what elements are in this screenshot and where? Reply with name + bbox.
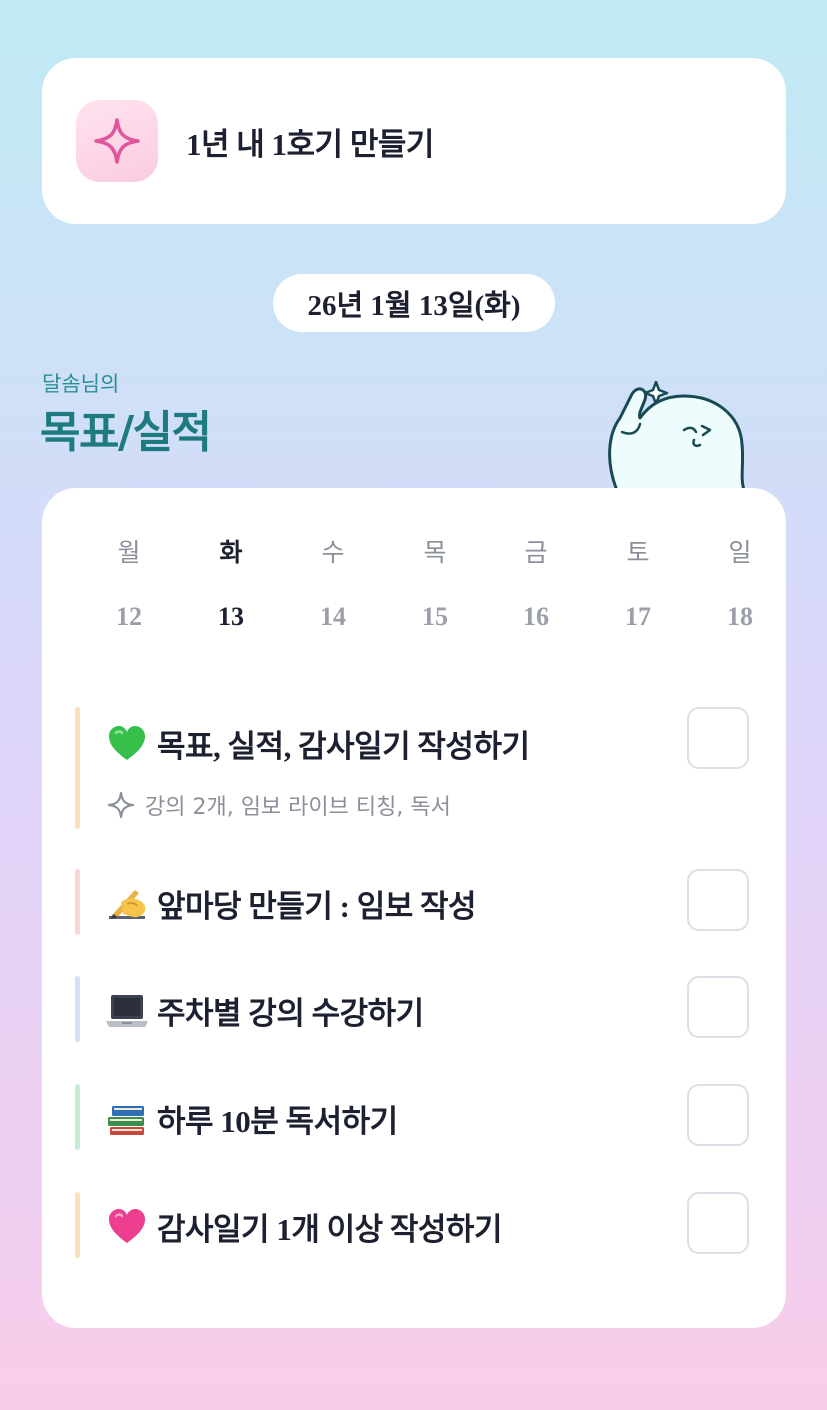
week-calendar: 월 12 화 13 수 14 목 15 금 16 토 17 일 18 <box>99 528 753 648</box>
task-title-row: 앞마당 만들기 : 임보 작성 <box>105 881 477 926</box>
day-number: 15 <box>422 602 448 631</box>
day-number: 13 <box>218 602 244 631</box>
task-item[interactable]: 감사일기 1개 이상 작성하기 <box>75 1192 753 1258</box>
writing-hand-icon <box>105 884 149 924</box>
task-color-bar <box>75 976 80 1042</box>
green-heart-icon <box>105 724 149 764</box>
task-title: 주차별 강의 수강하기 <box>157 996 424 1031</box>
task-title: 목표, 실적, 감사일기 작성하기 <box>157 729 530 764</box>
day-name: 화 <box>219 538 243 567</box>
day-number: 14 <box>320 602 346 631</box>
task-checkbox[interactable] <box>687 976 749 1038</box>
day-wednesday[interactable]: 수 14 <box>303 528 363 632</box>
task-subtitle: 강의 2개, 임보 라이브 티칭, 독서 <box>145 795 451 820</box>
task-color-bar <box>75 1084 80 1150</box>
task-title: 하루 10분 독서하기 <box>157 1104 398 1139</box>
task-item[interactable]: 앞마당 만들기 : 임보 작성 <box>75 869 753 935</box>
sparkle-icon <box>76 100 158 182</box>
pink-heart-icon <box>105 1207 149 1247</box>
task-color-bar <box>75 1192 80 1258</box>
day-thursday[interactable]: 목 15 <box>405 528 465 632</box>
day-monday[interactable]: 월 12 <box>99 528 159 632</box>
task-checkbox[interactable] <box>687 1192 749 1254</box>
task-title: 앞마당 만들기 : 임보 작성 <box>157 889 477 924</box>
task-checkbox[interactable] <box>687 1084 749 1146</box>
task-title-row: 주차별 강의 수강하기 <box>105 988 424 1033</box>
day-number: 18 <box>727 602 753 631</box>
day-name: 목 <box>423 538 447 567</box>
section-title: 목표/실적 <box>40 407 212 458</box>
day-friday[interactable]: 금 16 <box>506 528 566 632</box>
day-name: 일 <box>728 538 752 567</box>
task-title-row: 목표, 실적, 감사일기 작성하기 <box>105 721 530 766</box>
laptop-icon <box>105 991 149 1031</box>
tasks-card: 월 12 화 13 수 14 목 15 금 16 토 17 일 18 목표, 실… <box>42 488 786 1328</box>
day-number: 16 <box>523 602 549 631</box>
sparkle-outline-icon <box>107 791 135 819</box>
day-name: 월 <box>117 538 141 567</box>
task-subtitle-row: 강의 2개, 임보 라이브 티칭, 독서 <box>107 789 451 821</box>
day-sunday[interactable]: 일 18 <box>710 528 770 632</box>
task-title-row: 하루 10분 독서하기 <box>105 1096 398 1141</box>
day-number: 17 <box>625 602 651 631</box>
task-title: 감사일기 1개 이상 작성하기 <box>157 1212 502 1247</box>
day-name: 금 <box>524 538 548 567</box>
task-item[interactable]: 주차별 강의 수강하기 <box>75 976 753 1042</box>
task-color-bar <box>75 707 80 829</box>
day-saturday[interactable]: 토 17 <box>608 528 668 632</box>
task-item[interactable]: 목표, 실적, 감사일기 작성하기 강의 2개, 임보 라이브 티칭, 독서 <box>75 707 753 829</box>
day-number: 12 <box>116 602 142 631</box>
books-icon <box>105 1099 149 1139</box>
task-checkbox[interactable] <box>687 869 749 931</box>
day-name: 수 <box>321 538 345 567</box>
day-name: 토 <box>626 538 650 567</box>
owner-label: 달솜님의 <box>42 372 120 396</box>
day-tuesday[interactable]: 화 13 <box>201 528 261 632</box>
goal-card[interactable]: 1년 내 1호기 만들기 <box>42 58 786 224</box>
mascot-illustration <box>608 380 746 492</box>
task-color-bar <box>75 869 80 935</box>
task-item[interactable]: 하루 10분 독서하기 <box>75 1084 753 1150</box>
task-checkbox[interactable] <box>687 707 749 769</box>
task-title-row: 감사일기 1개 이상 작성하기 <box>105 1204 502 1249</box>
goal-title: 1년 내 1호기 만들기 <box>186 126 434 162</box>
date-pill[interactable]: 26년 1월 13일(화) <box>273 274 555 332</box>
